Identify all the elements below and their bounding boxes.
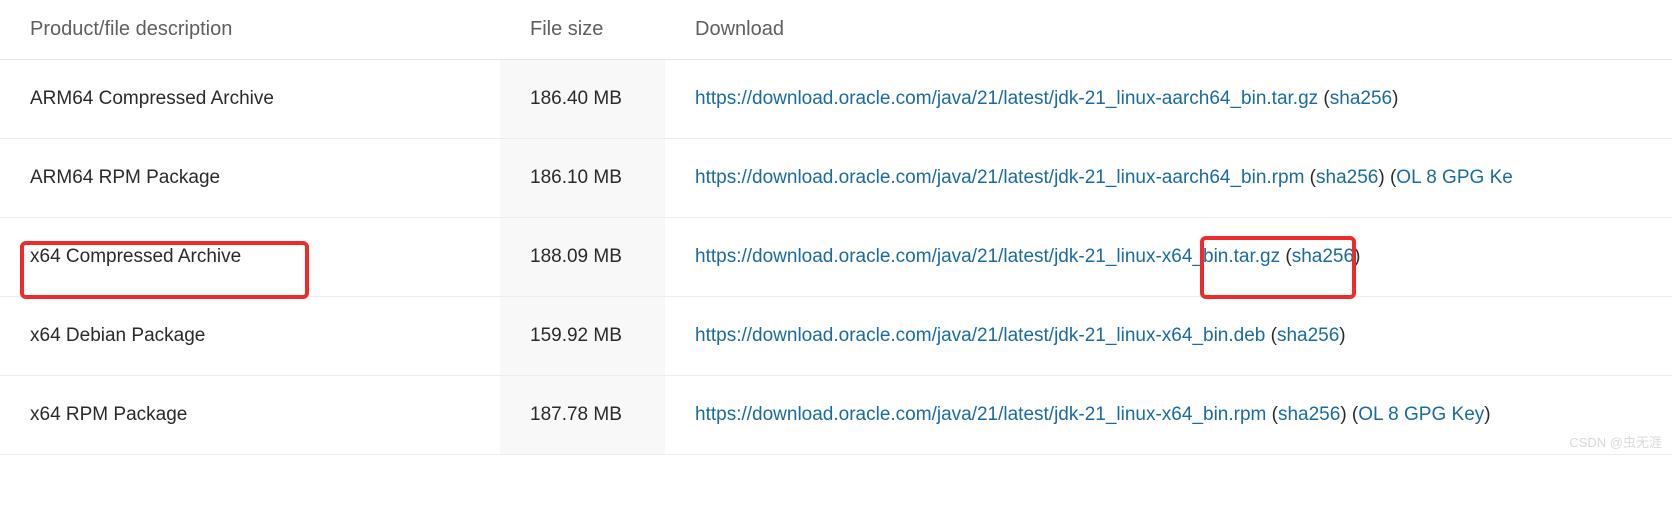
gpg-link[interactable]: OL 8 GPG Key — [1358, 404, 1484, 425]
header-download: Download — [665, 0, 1672, 60]
paren-open: ( — [1385, 167, 1397, 188]
header-size: File size — [500, 0, 665, 60]
table-header-row: Product/file description File size Downl… — [0, 0, 1672, 60]
cell-size: 187.78 MB — [500, 376, 665, 455]
sha256-link[interactable]: sha256 — [1278, 404, 1340, 425]
download-link[interactable]: https://download.oracle.com/java/21/late… — [695, 404, 1266, 425]
cell-description: x64 Compressed Archive — [0, 218, 500, 297]
cell-download: https://download.oracle.com/java/21/late… — [665, 139, 1672, 218]
download-link[interactable]: https://download.oracle.com/java/21/late… — [695, 88, 1318, 109]
paren-open: ( — [1265, 325, 1277, 346]
cell-size: 188.09 MB — [500, 218, 665, 297]
cell-download: https://download.oracle.com/java/21/late… — [665, 218, 1672, 297]
cell-description: x64 Debian Package — [0, 297, 500, 376]
downloads-table: Product/file description File size Downl… — [0, 0, 1672, 455]
cell-description: x64 RPM Package — [0, 376, 500, 455]
table-row: x64 Compressed Archive188.09 MB https://d… — [0, 218, 1672, 297]
download-link[interactable]: https://download.oracle.com/java/21/late… — [695, 246, 1280, 267]
header-description: Product/file description — [0, 0, 500, 60]
paren-open: ( — [1280, 246, 1292, 267]
download-link[interactable]: https://download.oracle.com/java/21/late… — [695, 167, 1304, 188]
cell-download: https://download.oracle.com/java/21/late… — [665, 60, 1672, 139]
cell-description: ARM64 RPM Package — [0, 139, 500, 218]
cell-download: https://download.oracle.com/java/21/late… — [665, 297, 1672, 376]
paren-open: ( — [1318, 88, 1330, 109]
table-row: x64 Debian Package159.92 MB https://downl… — [0, 297, 1672, 376]
cell-size: 159.92 MB — [500, 297, 665, 376]
sha256-link[interactable]: sha256 — [1316, 167, 1378, 188]
paren-open: ( — [1266, 404, 1278, 425]
paren-close: ) — [1484, 404, 1490, 425]
cell-description: ARM64 Compressed Archive — [0, 60, 500, 139]
sha256-link[interactable]: sha256 — [1330, 88, 1392, 109]
sha256-link[interactable]: sha256 — [1277, 325, 1339, 346]
paren-close: ) — [1392, 88, 1398, 109]
gpg-link[interactable]: OL 8 GPG Ke — [1396, 167, 1513, 188]
cell-download: https://download.oracle.com/java/21/late… — [665, 376, 1672, 455]
paren-close: ) — [1339, 325, 1345, 346]
table-row: x64 RPM Package187.78 MB https://download… — [0, 376, 1672, 455]
download-link[interactable]: https://download.oracle.com/java/21/late… — [695, 325, 1265, 346]
paren-open: ( — [1304, 167, 1316, 188]
table-row: ARM64 Compressed Archive186.40 MB https:/… — [0, 60, 1672, 139]
table-row: ARM64 RPM Package186.10 MB https://downlo… — [0, 139, 1672, 218]
watermark-text: CSDN @虫无涯 — [1569, 432, 1662, 451]
paren-close: ) — [1354, 246, 1360, 267]
paren-open: ( — [1347, 404, 1359, 425]
sha256-link[interactable]: sha256 — [1292, 246, 1354, 267]
cell-size: 186.40 MB — [500, 60, 665, 139]
cell-size: 186.10 MB — [500, 139, 665, 218]
